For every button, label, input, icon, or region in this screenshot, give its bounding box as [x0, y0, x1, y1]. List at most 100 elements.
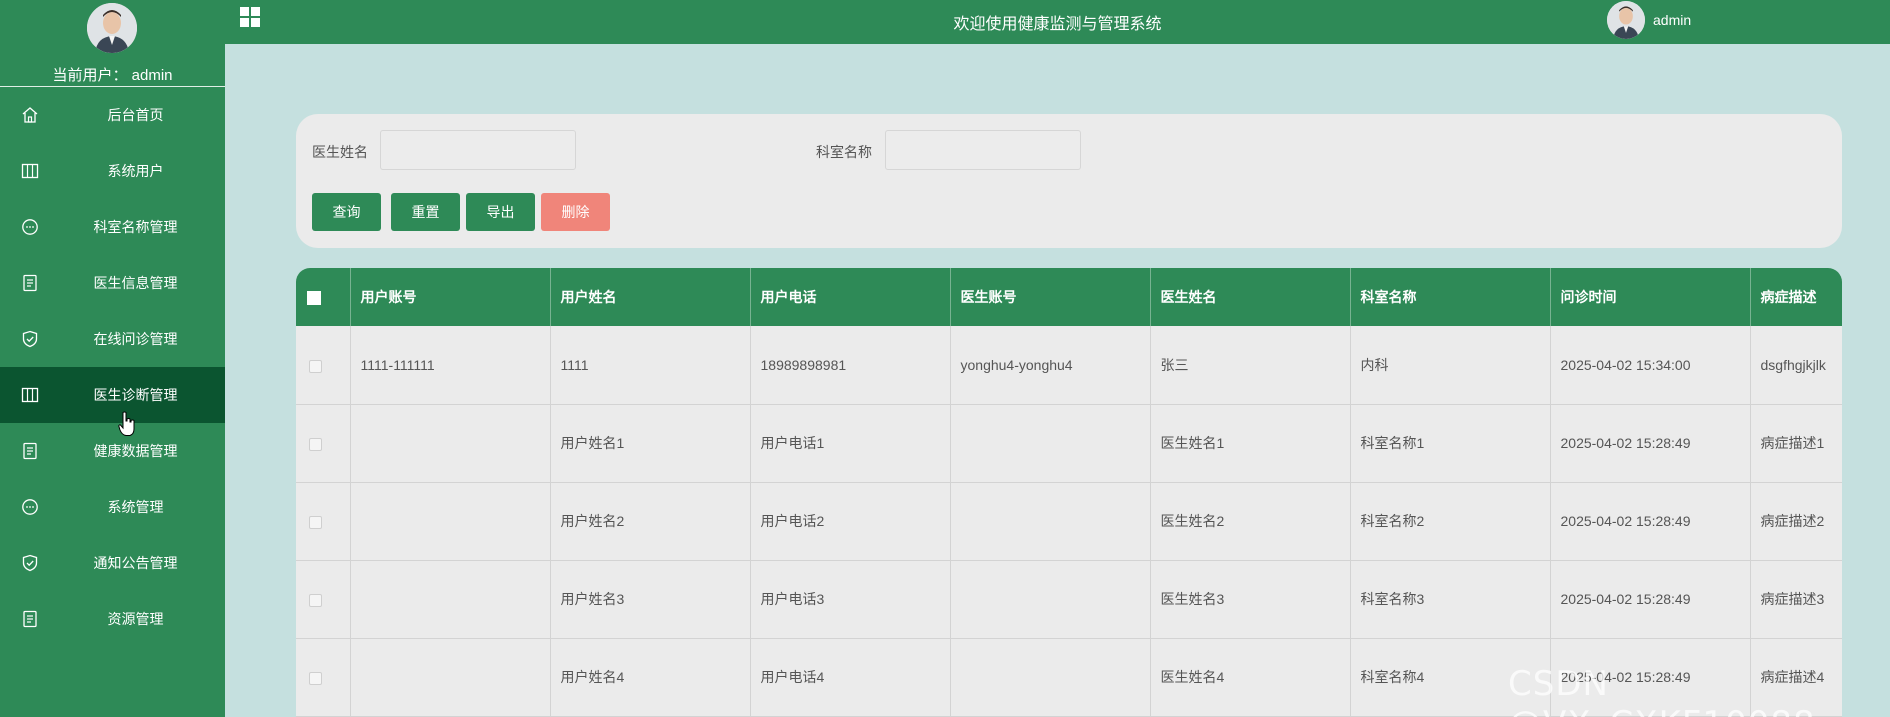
table-cell: 病症描述3 — [1750, 560, 1842, 639]
column-header[interactable]: 医生账号 — [950, 268, 1151, 326]
doctor-name-label: 医生姓名 — [312, 144, 368, 160]
column-header[interactable]: 用户账号 — [350, 268, 551, 326]
table-cell: 用户姓名2 — [550, 482, 751, 561]
table-cell: 2025-04-02 15:34:00 — [1550, 326, 1751, 405]
row-checkbox[interactable] — [309, 359, 322, 373]
table-cell: dsgfhgjkjlk — [1750, 326, 1842, 405]
table-header-row: 用户账号 用户姓名 用户电话 医生账号 医生姓名 科室名称 问诊时间 病症描述 — [296, 268, 1842, 326]
top-header: 欢迎使用健康监测与管理系统 admin — [225, 0, 1890, 44]
columns-icon — [21, 386, 39, 404]
sidebar-item-5[interactable]: 在线问诊管理 — [0, 311, 225, 367]
table-cell: 医生姓名3 — [1150, 560, 1351, 639]
delete-button[interactable]: 删除 — [541, 193, 610, 231]
sidebar-item-7[interactable]: 健康数据管理 — [0, 423, 225, 479]
department-name-label: 科室名称 — [816, 144, 872, 160]
table-cell: 用户电话3 — [750, 560, 951, 639]
avatar[interactable] — [1607, 1, 1645, 39]
table-cell — [350, 560, 551, 639]
row-checkbox[interactable] — [309, 515, 322, 529]
table-row[interactable]: 用户姓名2 用户电话2 医生姓名2 科室名称2 2025-04-02 15:28:49 病… — [296, 482, 1842, 561]
sidebar-item-label: 系统用户 — [107, 163, 164, 179]
sidebar-user-block: 当前用户： admin — [0, 0, 225, 87]
sidebar-item-label: 资源管理 — [107, 611, 164, 627]
sidebar: 当前用户： admin 后台首页系统用户科室名称管理医生信息管理 在线问诊管理 医生… — [0, 0, 225, 717]
table-cell: 用户姓名1 — [550, 404, 751, 483]
search-panel: 医生姓名 科室名称 查询 重置 导出 删除 — [296, 114, 1842, 248]
row-checkbox[interactable] — [309, 437, 322, 451]
table-cell: 医生姓名1 — [1150, 404, 1351, 483]
sidebar-item-1[interactable]: 后台首页 — [0, 87, 225, 143]
header-user-menu[interactable]: admin — [1607, 0, 1691, 40]
avatar[interactable] — [87, 3, 137, 53]
diagnosis-table: 用户账号 用户姓名 用户电话 医生账号 医生姓名 科室名称 问诊时间 病症描述 1111-11… — [296, 268, 1842, 717]
column-header[interactable]: 医生姓名 — [1150, 268, 1351, 326]
reset-button[interactable]: 重置 — [391, 193, 460, 231]
column-header[interactable]: 科室名称 — [1350, 268, 1551, 326]
sidebar-item-8[interactable]: 系统管理 — [0, 479, 225, 535]
chat-icon — [21, 498, 39, 516]
chat-icon — [21, 218, 39, 236]
table-row[interactable]: 用户姓名1 用户电话1 医生姓名1 科室名称1 2025-04-02 15:28:49 病… — [296, 404, 1842, 483]
row-checkbox[interactable] — [309, 671, 322, 685]
table-row[interactable]: 1111-111111 1111 18989898981 yonghu4-yonghu… — [296, 326, 1842, 405]
table-cell: 科室名称2 — [1350, 482, 1551, 561]
query-button[interactable]: 查询 — [312, 193, 381, 231]
table-cell — [350, 638, 551, 717]
table-cell: yonghu4-yonghu4 — [950, 326, 1151, 405]
doctor-name-input[interactable] — [380, 130, 576, 170]
sidebar-item-4[interactable]: 医生信息管理 — [0, 255, 225, 311]
sidebar-menu: 后台首页系统用户科室名称管理医生信息管理 在线问诊管理 医生诊断管理 健康数据管理系统… — [0, 87, 225, 647]
table-cell: 医生姓名4 — [1150, 638, 1351, 717]
table-cell: 科室名称3 — [1350, 560, 1551, 639]
sidebar-item-10[interactable]: 资源管理 — [0, 591, 225, 647]
table-cell — [950, 404, 1151, 483]
table-cell: 2025-04-02 15:28:49 — [1550, 404, 1751, 483]
department-name-input[interactable] — [885, 130, 1081, 170]
column-header[interactable]: 病症描述 — [1750, 268, 1842, 326]
table-cell: 用户姓名3 — [550, 560, 751, 639]
column-header[interactable]: 问诊时间 — [1550, 268, 1751, 326]
table-cell: 2025-04-02 15:28:49 — [1550, 482, 1751, 561]
select-all-checkbox[interactable] — [307, 291, 321, 306]
table-cell: 用户姓名4 — [550, 638, 751, 717]
table-cell — [350, 404, 551, 483]
row-select-cell — [296, 560, 351, 639]
sidebar-item-label: 后台首页 — [107, 107, 164, 123]
sidebar-item-label: 健康数据管理 — [93, 443, 178, 459]
hand-cursor-icon — [118, 411, 136, 437]
sidebar-item-2[interactable]: 系统用户 — [0, 143, 225, 199]
row-select-cell — [296, 404, 351, 483]
row-checkbox[interactable] — [309, 593, 322, 607]
document-icon — [21, 610, 39, 628]
table-cell: 用户电话2 — [750, 482, 951, 561]
sidebar-item-label: 医生诊断管理 — [93, 387, 178, 403]
sidebar-item-label: 医生信息管理 — [93, 275, 178, 291]
table-cell: 用户电话4 — [750, 638, 951, 717]
table-cell: 1111-111111 — [350, 326, 551, 405]
table-cell — [350, 482, 551, 561]
table-cell: 病症描述2 — [1750, 482, 1842, 561]
shield-icon — [21, 330, 39, 348]
sidebar-item-6[interactable]: 医生诊断管理 — [0, 367, 225, 423]
row-select-cell — [296, 638, 351, 717]
watermark: CSDN @VX_CXKF10088 — [1508, 664, 1815, 717]
table-cell: 内科 — [1350, 326, 1551, 405]
table-cell: 18989898981 — [750, 326, 951, 405]
select-all-header — [296, 268, 351, 326]
table-cell — [950, 638, 1151, 717]
document-icon — [21, 274, 39, 292]
sidebar-item-9[interactable]: 通知公告管理 — [0, 535, 225, 591]
column-header[interactable]: 用户电话 — [750, 268, 951, 326]
export-button[interactable]: 导出 — [466, 193, 535, 231]
table-cell: 张三 — [1150, 326, 1351, 405]
column-header[interactable]: 用户姓名 — [550, 268, 751, 326]
sidebar-item-label: 通知公告管理 — [93, 555, 178, 571]
table-row[interactable]: 用户姓名3 用户电话3 医生姓名3 科室名称3 2025-04-02 15:28:49 病… — [296, 560, 1842, 639]
data-table-container: 用户账号 用户姓名 用户电话 医生账号 医生姓名 科室名称 问诊时间 病症描述 1111-11… — [296, 268, 1842, 717]
sidebar-item-3[interactable]: 科室名称管理 — [0, 199, 225, 255]
header-username: admin — [1653, 12, 1692, 28]
table-cell: 1111 — [550, 326, 751, 405]
table-cell: 2025-04-02 15:28:49 — [1550, 560, 1751, 639]
sidebar-item-label: 在线问诊管理 — [93, 331, 178, 347]
columns-icon — [21, 162, 39, 180]
